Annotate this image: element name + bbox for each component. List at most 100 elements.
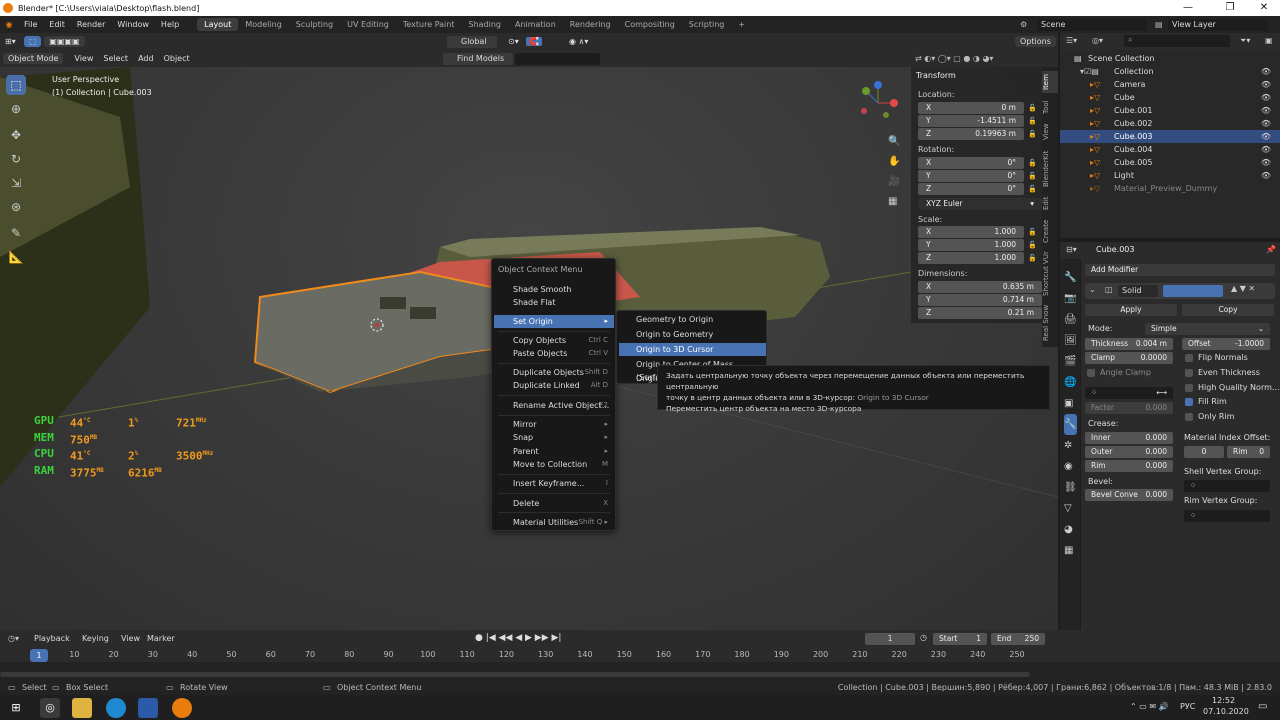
data-tab-icon[interactable]: ▽ [1064,498,1077,519]
view-layer-selector[interactable]: View Layer [1168,18,1268,31]
lock-icon[interactable]: 🔓 [1028,117,1037,125]
outliner-row[interactable]: ▸▽ Cube.001 👁 [1060,104,1280,117]
workspace-tab-modeling[interactable]: Modeling [238,18,288,31]
modifier-name-input[interactable]: Solid [1118,285,1158,297]
language-indicator[interactable]: РУС [1180,702,1195,711]
menu-item-paste-objects[interactable]: Paste Objects Ctrl V [494,347,614,360]
close-button[interactable]: ✕ [1246,0,1280,16]
find-models-dropdown[interactable]: Find Models [443,52,513,65]
snap-icon[interactable]: 🧲 [526,37,542,46]
tab-real-snow[interactable]: Real Snow [1042,303,1058,343]
render-tab-icon[interactable]: 📷 [1064,288,1077,309]
workspace-tab-compositing[interactable]: Compositing [618,18,682,31]
scene-selector[interactable]: Scene [1037,18,1147,31]
object-tab-icon[interactable]: ▣ [1064,393,1077,414]
menu-marker[interactable]: Marker [147,634,175,643]
location-x-field[interactable]: X0 m [918,102,1024,114]
notifications-icon[interactable]: ▭ [1258,701,1267,712]
menu-item-shade-flat[interactable]: Shade Flat [494,296,614,309]
particles-tab-icon[interactable]: ✲ [1064,435,1077,456]
fill-rim-checkbox[interactable]: Fill Rim [1185,397,1227,406]
outliner-row[interactable]: ▸▽ Cube.002 👁 [1060,117,1280,130]
menu-item-mirror[interactable]: Mirror ▸ [494,418,614,431]
menu-item-insert-keyframe[interactable]: Insert Keyframe... I [494,477,614,490]
menu-item-delete[interactable]: Delete X [494,497,614,510]
menu-file[interactable]: File [18,20,43,29]
modifier-tab-icon[interactable]: 🔧 [1064,414,1077,435]
measure-tool-icon[interactable]: 📐 [6,247,26,267]
blender-menu-icon[interactable]: ◉ [0,20,18,29]
preview-range-icon[interactable]: ◷ [920,633,927,642]
timeline-editor-icon[interactable]: ◷▾ [8,634,19,643]
rotation-mode-dropdown[interactable]: XYZ Euler ▾ [918,198,1042,210]
workspace-tab-shading[interactable]: Shading [461,18,508,31]
menu-item-snap[interactable]: Snap ▸ [494,431,614,444]
select-box-icon[interactable]: ⬚ [23,36,42,47]
menu-view[interactable]: View [121,634,140,643]
pin-icon[interactable]: 📌 [1266,245,1276,254]
menu-render[interactable]: Render [71,20,111,29]
menu-window[interactable]: Window [111,20,155,29]
menu-item-material-utilities[interactable]: Material Utilities Shift Q ▸ [494,516,614,529]
playback-controls[interactable]: ● |◀ ◀◀ ◀ ▶ ▶▶ ▶| [475,633,561,643]
playhead[interactable]: 1 [30,649,48,662]
tab-tool[interactable]: Tool [1042,97,1058,117]
menu-item-origin-to-geometry[interactable]: Origin to Geometry [619,328,766,341]
scale-z-field[interactable]: Z 1.000 [918,252,1024,264]
workspace-tab-rendering[interactable]: Rendering [563,18,618,31]
outliner-row[interactable]: ▸▽ Camera 👁 [1060,78,1280,91]
outliner-row[interactable]: ▸▽ Material_Preview_Dummy [1060,182,1280,195]
menu-select[interactable]: Select [98,54,133,63]
transform-orientation-dropdown[interactable]: Global [447,35,497,48]
lock-icon[interactable]: 🔓 [1028,130,1037,138]
outliner-editor-icon[interactable]: ☰▾ [1066,36,1077,45]
lock-icon[interactable]: 🔓 [1028,185,1037,193]
crease-inner-field[interactable]: Inner 0.000 [1085,432,1173,444]
collapse-arrow-icon[interactable]: ⌄ [1089,285,1096,294]
scale-x-field[interactable]: X 1.000 [918,226,1024,238]
flip-normals-checkbox[interactable]: Flip Normals [1185,353,1248,362]
menu-item-geometry-to-origin[interactable]: Geometry to Origin [619,313,766,326]
clock-time[interactable]: 12:52 [1212,696,1235,705]
crease-rim-field[interactable]: Rim 0.000 [1085,460,1173,472]
tab-create[interactable]: Create [1042,217,1058,245]
world-tab-icon[interactable]: 🌐 [1064,372,1077,393]
crease-outer-field[interactable]: Outer 0.000 [1085,446,1173,458]
tab-shortcut-vur[interactable]: Shortcut VUr [1042,250,1058,298]
menu-view[interactable]: View [69,54,98,63]
outliner-row[interactable]: ▤ Scene Collection [1060,52,1280,65]
edge-browser-icon[interactable] [106,698,126,718]
clock-date[interactable]: 07.10.2020 [1203,707,1249,716]
lock-icon[interactable]: 🔓 [1028,172,1037,180]
physics-tab-icon[interactable]: ◉ [1064,456,1077,477]
even-thickness-checkbox[interactable]: Even Thickness [1185,368,1260,377]
workspace-tab-texture-paint[interactable]: Texture Paint [396,18,462,31]
current-frame-field[interactable]: 1 [865,633,915,645]
view-nav-buttons[interactable]: 🔍 ✋ 🎥 ▦ [888,132,900,212]
texture-tab-icon[interactable]: ▦ [1064,540,1077,561]
display-mode-icon[interactable]: ◎▾ [1092,36,1103,45]
menu-item-origin-to-3d-cursor[interactable]: Origin to 3D Cursor [619,343,766,356]
mode-dropdown[interactable]: Simple ⌄ [1145,323,1270,335]
select-mode-icons[interactable]: ▣▣▣▣ [44,36,85,47]
rotate-tool-icon[interactable]: ↻ [6,149,26,169]
blender-taskbar-icon[interactable] [172,698,192,718]
add-workspace-button[interactable]: + [731,18,752,31]
lock-icon[interactable]: 🔓 [1028,228,1037,236]
shell-vertex-group-input[interactable]: ⁘ [1184,480,1270,492]
outliner-row[interactable]: ▾☑▤ Collection 👁 [1060,65,1280,78]
scale-tool-icon[interactable]: ⇲ [6,173,26,193]
vertex-group-input[interactable]: ⁘ ⟷ [1085,387,1173,399]
clamp-field[interactable]: Clamp 0.0000 [1085,352,1173,364]
menu-help[interactable]: Help [155,20,185,29]
menu-item-copy-objects[interactable]: Copy Objects Ctrl C [494,334,614,347]
bevel-convex-field[interactable]: Bevel Conve 0.000 [1085,489,1173,501]
annotate-tool-icon[interactable]: ✎ [6,223,26,243]
workspace-tab-animation[interactable]: Animation [508,18,563,31]
constraints-tab-icon[interactable]: ⛓ [1064,477,1077,498]
workspace-tab-sculpting[interactable]: Sculpting [289,18,340,31]
lock-icon[interactable]: 🔓 [1028,241,1037,249]
task-view-icon[interactable]: ◎ [40,698,60,718]
copy-button[interactable]: Copy [1182,304,1274,316]
outliner-search-input[interactable]: ⌕ [1124,35,1230,47]
